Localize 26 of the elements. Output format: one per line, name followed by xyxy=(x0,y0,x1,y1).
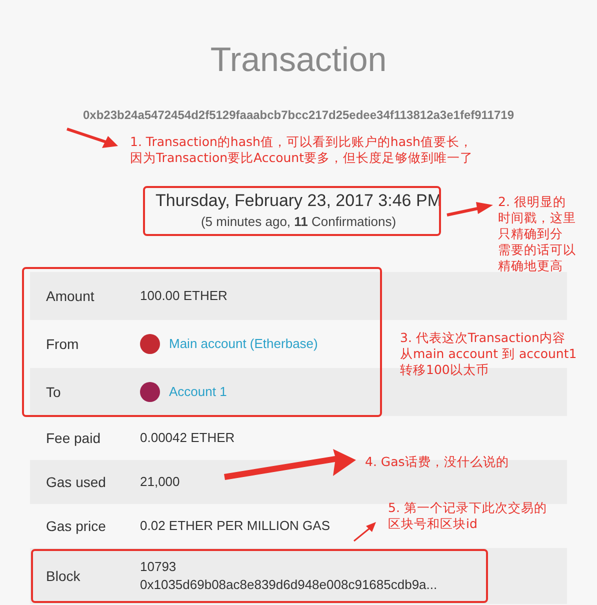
row-label: From xyxy=(45,334,80,354)
row-value: 0.02 ETHER PER MILLION GAS xyxy=(140,517,330,536)
row-value: 100.00 ETHER xyxy=(140,287,228,306)
row-label: Gas price xyxy=(45,516,107,536)
row-label: To xyxy=(45,382,62,402)
arrow xyxy=(66,128,118,148)
transaction-hash: 0xb23b24a5472454d2f5129faaabcb7bcc217d25edee34f113812a3e1fef911719 xyxy=(82,107,514,124)
page-title: Transaction xyxy=(210,40,387,81)
arrow xyxy=(446,202,493,216)
row-value: 21,000 xyxy=(140,473,180,492)
block-hash: 0x1035d69b08ac8e839d6d948e008c91685cdb9a... xyxy=(140,576,438,594)
arrow xyxy=(354,522,376,542)
row-label: Amount xyxy=(45,286,96,306)
annotation-text: 1. Transaction的hash值，可以看到比账户的hash值要长， 因为Transaction要比Account要多，但长度足够做到唯一了 xyxy=(130,134,473,166)
confirmation-info: (5 minutes ago, 11 Confirmations) xyxy=(200,213,396,231)
annotation-text: 5. 第一个记录下此次交易的 区块号和区块id xyxy=(388,500,547,532)
row-label: Gas used xyxy=(45,472,107,492)
row-label: Block xyxy=(45,566,82,586)
account-link[interactable]: Account 1 xyxy=(169,382,227,402)
annotation-text: 2. 很明显的 时间戳，这里 只精确到分 需要的话可以 精确地更高 xyxy=(498,194,576,274)
block-number: 10793 xyxy=(140,558,178,576)
annotation-text: 4. Gas话费，没什么说的 xyxy=(365,454,509,470)
annotation-text: 3. 代表这次Transaction内容 从main account 到 account1 转移100以太币 xyxy=(400,330,577,378)
account-link[interactable]: Main account (Etherbase) xyxy=(169,334,318,354)
row-value: 0.00042 ETHER xyxy=(140,429,235,448)
row-label: Fee paid xyxy=(45,428,102,448)
